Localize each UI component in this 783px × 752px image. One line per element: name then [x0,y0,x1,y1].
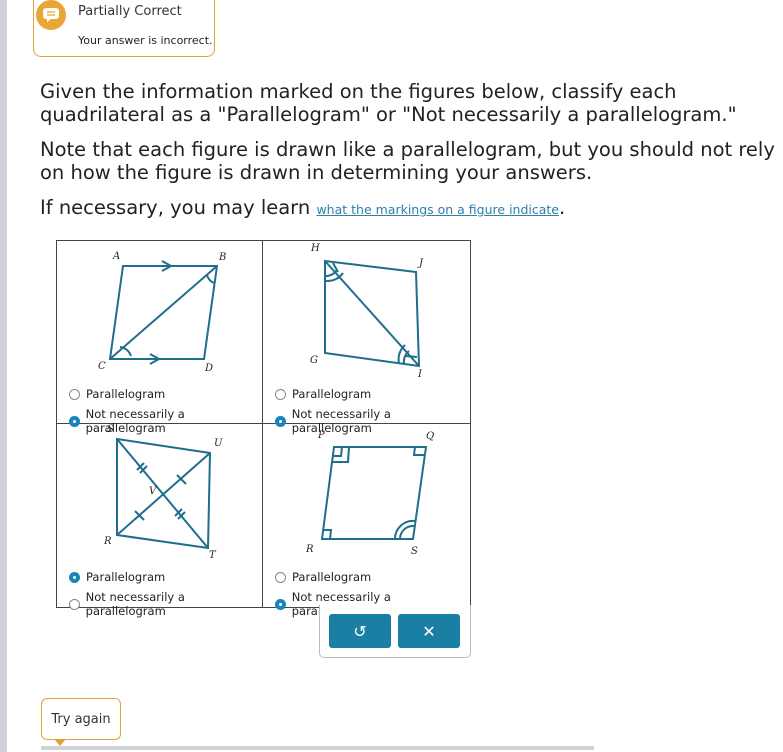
figure-surt: S U V R T [103,424,223,561]
vertex-label-i: I [417,369,423,380]
chat-bubble-icon [36,0,66,30]
vertex-label-p: P [317,430,325,441]
bottom-bar [41,746,594,750]
figure-cell-2: H J G I Parallelogram Not necessarily a … [263,241,470,435]
radio-button[interactable] [69,598,80,610]
option-label: Parallelogram [292,570,372,584]
question-paragraph-2: Note that each figure is drawn like a pa… [40,138,775,184]
option-label: Parallelogram [86,570,166,584]
vertex-label-d: D [204,363,213,374]
feedback-panel: Partially Correct Your answer is incorre… [33,0,215,57]
radio-button-selected[interactable] [275,598,286,610]
answer-button-group: ↺ ✕ [319,605,471,658]
figure-hjgi: H J G I [310,243,424,380]
learn-prefix: If necessary, you may learn [40,196,311,219]
left-rail [0,0,7,752]
figure-pqrs: P Q R S [305,430,434,557]
figure-abcd: A B C D [98,251,226,374]
radio-button-selected[interactable] [69,571,80,583]
vertex-label-h: H [310,243,320,254]
option-not-necessarily[interactable]: Not necessarily a parallelogram [69,590,262,618]
option-parallelogram[interactable]: Parallelogram [69,387,165,401]
learn-suffix: . [559,196,566,219]
clear-button[interactable]: ✕ [398,614,460,648]
option-label: Parallelogram [292,387,372,401]
vertex-label-s: S [411,546,418,557]
try-again-pointer [54,739,66,746]
reset-button[interactable]: ↺ [329,614,391,648]
figure-cell-4: P Q R S Parallelogram Not necessarily a … [263,424,470,618]
option-label: Not necessarily a parallelogram [85,590,185,618]
vertex-label-r: R [103,536,112,547]
question-paragraph-3: If necessary, you may learn what the mar… [40,196,775,221]
markings-help-link[interactable]: what the markings on a figure indicate [316,202,559,217]
option-parallelogram[interactable]: Parallelogram [69,570,165,584]
figure-cell-1: A B C D Parallelogram Not necessarily a … [57,241,263,435]
feedback-message: Your answer is incorrect. [78,34,213,47]
question-text: Given the information marked on the figu… [40,80,775,233]
figure-grid: A B C D Parallelogram Not necessarily a … [56,240,471,618]
radio-button[interactable] [69,388,80,400]
vertex-label-s: S [107,424,114,435]
vertex-label-g: G [310,355,318,366]
vertex-label-t: T [209,550,217,561]
vertex-label-b: B [218,252,226,263]
feedback-title: Partially Correct [78,4,182,19]
vertex-label-q: Q [426,431,434,442]
undo-icon: ↺ [353,621,367,641]
try-again-button[interactable]: Try again [41,698,121,740]
radio-button[interactable] [275,571,286,583]
vertex-label-a: A [112,251,120,262]
option-label: Parallelogram [86,387,166,401]
option-parallelogram[interactable]: Parallelogram [275,387,371,401]
figure-cell-3: S U V R T Parallelogram Not necessarily … [57,424,263,618]
vertex-label-u: U [214,438,223,449]
vertex-label-r: R [305,544,314,555]
question-paragraph-1: Given the information marked on the figu… [40,80,737,126]
vertex-label-c: C [98,361,106,372]
close-icon: ✕ [422,621,436,641]
vertex-label-j: J [417,258,424,269]
option-parallelogram[interactable]: Parallelogram [275,570,371,584]
radio-button[interactable] [275,388,286,400]
